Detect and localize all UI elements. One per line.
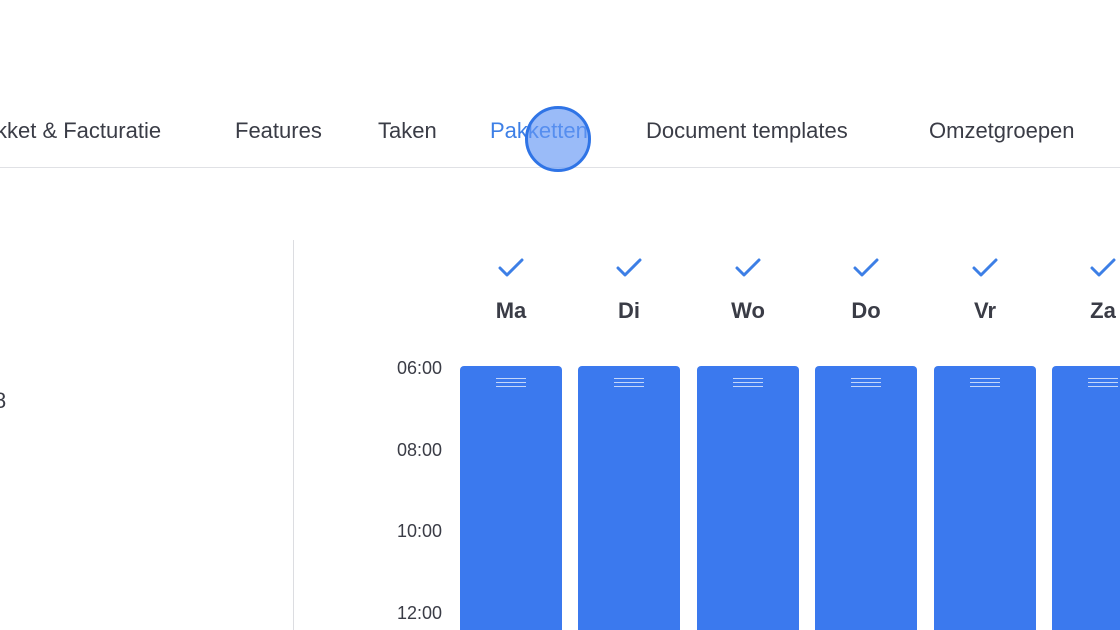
app-root: kket & Facturatie Features Taken Pakkett… xyxy=(0,0,1120,630)
schedule-block-za[interactable] xyxy=(1052,366,1120,630)
tab-bar: kket & Facturatie Features Taken Pakkett… xyxy=(0,108,1120,168)
check-icon xyxy=(1090,258,1116,277)
drag-handle-icon[interactable] xyxy=(733,378,763,388)
schedule-block-do[interactable] xyxy=(815,366,917,630)
drag-handle-icon[interactable] xyxy=(851,378,881,388)
drag-handle-icon[interactable] xyxy=(496,378,526,388)
drag-handle-icon[interactable] xyxy=(614,378,644,388)
day-label: Za xyxy=(1090,298,1116,323)
day-header-vr[interactable]: Vr xyxy=(934,256,1036,324)
day-header-za[interactable]: Za xyxy=(1052,256,1120,324)
tab-features[interactable]: Features xyxy=(235,118,322,144)
drag-handle-icon[interactable] xyxy=(1088,378,1118,388)
day-label: Vr xyxy=(973,298,997,323)
drag-handle-icon[interactable] xyxy=(970,378,1000,388)
check-icon xyxy=(616,258,642,277)
check-icon xyxy=(972,258,998,277)
day-header-wo[interactable]: Wo xyxy=(697,256,799,324)
left-panel-value: 8 xyxy=(0,388,7,413)
day-label: Ma xyxy=(495,298,527,323)
day-header-do[interactable]: Do xyxy=(815,256,917,324)
tab-omzetgroepen[interactable]: Omzetgroepen xyxy=(929,118,1075,144)
check-icon xyxy=(735,258,761,277)
tab-taken[interactable]: Taken xyxy=(378,118,437,144)
schedule-block-vr[interactable] xyxy=(934,366,1036,630)
schedule-block-wo[interactable] xyxy=(697,366,799,630)
time-label: 06:00 xyxy=(396,358,442,378)
day-label: Wo xyxy=(731,298,765,323)
tab-pakketten[interactable]: Pakketten xyxy=(490,118,588,144)
time-label: 08:00 xyxy=(396,440,442,460)
day-header-ma[interactable]: Ma xyxy=(460,256,562,324)
tab-pakket-facturatie[interactable]: kket & Facturatie xyxy=(0,118,161,144)
time-label: 12:00 xyxy=(396,603,442,623)
panel-divider xyxy=(293,240,294,630)
day-header-di[interactable]: Di xyxy=(578,256,680,324)
day-label: Do xyxy=(851,298,881,323)
check-icon xyxy=(498,258,524,277)
time-label: 10:00 xyxy=(396,521,442,541)
tab-document-templates[interactable]: Document templates xyxy=(646,118,848,144)
day-label: Di xyxy=(618,298,640,323)
schedule-block-ma[interactable] xyxy=(460,366,562,630)
schedule-block-di[interactable] xyxy=(578,366,680,630)
check-icon xyxy=(853,258,879,277)
